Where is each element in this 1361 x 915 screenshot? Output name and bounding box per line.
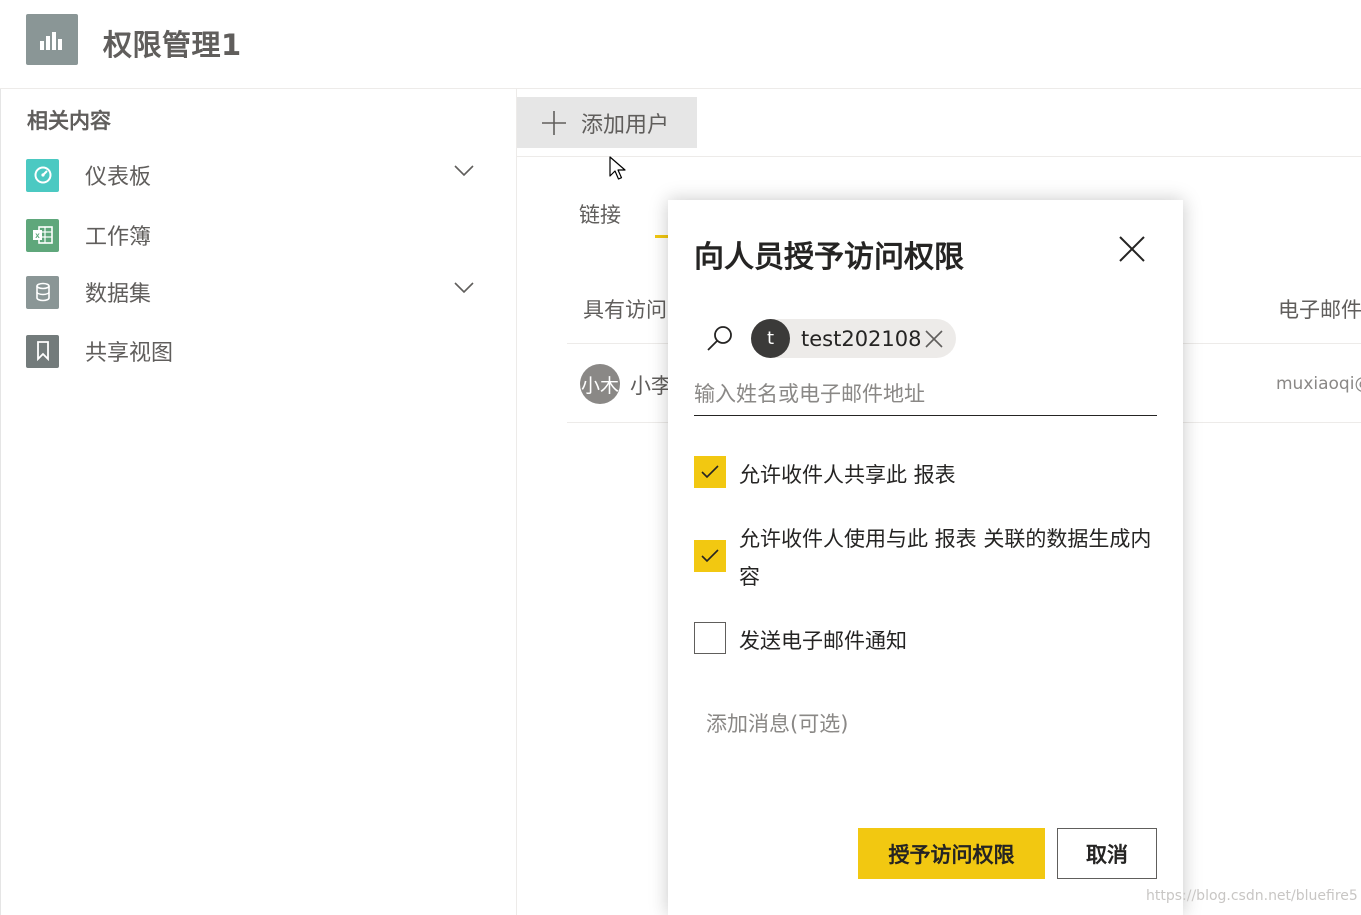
sidebar-item-shared-views[interactable]: 共享视图 <box>26 331 496 371</box>
user-email: muxiaoqi@ <box>1276 374 1361 394</box>
checkmark-icon <box>701 465 719 479</box>
sidebar-heading: 相关内容 <box>27 109 111 133</box>
share-dialog: 向人员授予访问权限 t test202108 允许收件人共享此 报表 允许收件人… <box>668 200 1183 915</box>
sidebar-item-label: 数据集 <box>85 282 152 307</box>
checkbox-label: 允许收件人共享此 报表 <box>739 463 956 487</box>
svg-text:x: x <box>35 231 40 240</box>
grant-access-button[interactable]: 授予访问权限 <box>858 828 1045 879</box>
sidebar-item-label: 共享视图 <box>85 341 174 366</box>
close-icon[interactable] <box>1116 233 1148 265</box>
cancel-button[interactable]: 取消 <box>1057 828 1157 879</box>
divider <box>517 156 1361 157</box>
search-icon <box>707 326 732 351</box>
avatar: 小木 <box>580 364 620 404</box>
recipient-chip[interactable]: t test202108 <box>751 319 956 358</box>
column-header-email[interactable]: 电子邮件 <box>1278 294 1361 324</box>
user-name: 小李 <box>630 374 672 398</box>
chevron-down-icon[interactable] <box>454 165 474 177</box>
plus-icon <box>542 110 566 135</box>
page-title: 权限管理1 <box>103 28 242 62</box>
option-send-email[interactable]: 发送电子邮件通知 <box>694 622 1159 660</box>
option-allow-reshare[interactable]: 允许收件人共享此 报表 <box>694 456 1159 494</box>
mouse-cursor-icon <box>609 156 626 180</box>
checkmark-icon <box>701 549 719 563</box>
checkbox-label: 允许收件人使用与此 报表 关联的数据生成内容 <box>739 527 1152 589</box>
allow-build-checkbox[interactable] <box>694 540 726 572</box>
remove-icon[interactable] <box>924 329 944 349</box>
database-icon <box>26 275 59 309</box>
sidebar: 相关内容 仪表板 x 工作簿 数据集 共享视图 <box>0 89 517 915</box>
tab-link[interactable]: 链接 <box>579 199 621 229</box>
bookmark-icon <box>26 334 59 368</box>
option-allow-build[interactable]: 允许收件人使用与此 报表 关联的数据生成内容 <box>694 520 1159 596</box>
send-email-checkbox[interactable] <box>694 622 726 654</box>
dashboard-icon <box>26 158 59 192</box>
add-user-button[interactable]: 添加用户 <box>517 97 697 148</box>
excel-icon: x <box>26 218 59 252</box>
people-search-input[interactable] <box>694 372 1157 416</box>
sidebar-item-label: 工作簿 <box>85 225 152 250</box>
sidebar-item-label: 仪表板 <box>85 165 152 190</box>
avatar: t <box>751 319 790 358</box>
allow-reshare-checkbox[interactable] <box>694 456 726 488</box>
dialog-title: 向人员授予访问权限 <box>694 240 964 275</box>
checkbox-label: 发送电子邮件通知 <box>739 629 907 653</box>
watermark: https://blog.csdn.net/bluefire5 <box>1146 888 1358 904</box>
chevron-down-icon[interactable] <box>454 282 474 294</box>
sidebar-item-workbook[interactable]: x 工作簿 <box>26 215 496 255</box>
column-header-access[interactable]: 具有访问 <box>583 294 667 324</box>
sidebar-item-dashboard[interactable]: 仪表板 <box>26 155 496 195</box>
add-user-label: 添加用户 <box>581 112 670 138</box>
recipient-name: test202108 <box>801 326 922 351</box>
app-header: 权限管理1 <box>0 0 1361 89</box>
message-input[interactable] <box>694 700 1157 790</box>
bar-chart-icon <box>26 14 78 65</box>
sidebar-item-dataset[interactable]: 数据集 <box>26 272 496 312</box>
